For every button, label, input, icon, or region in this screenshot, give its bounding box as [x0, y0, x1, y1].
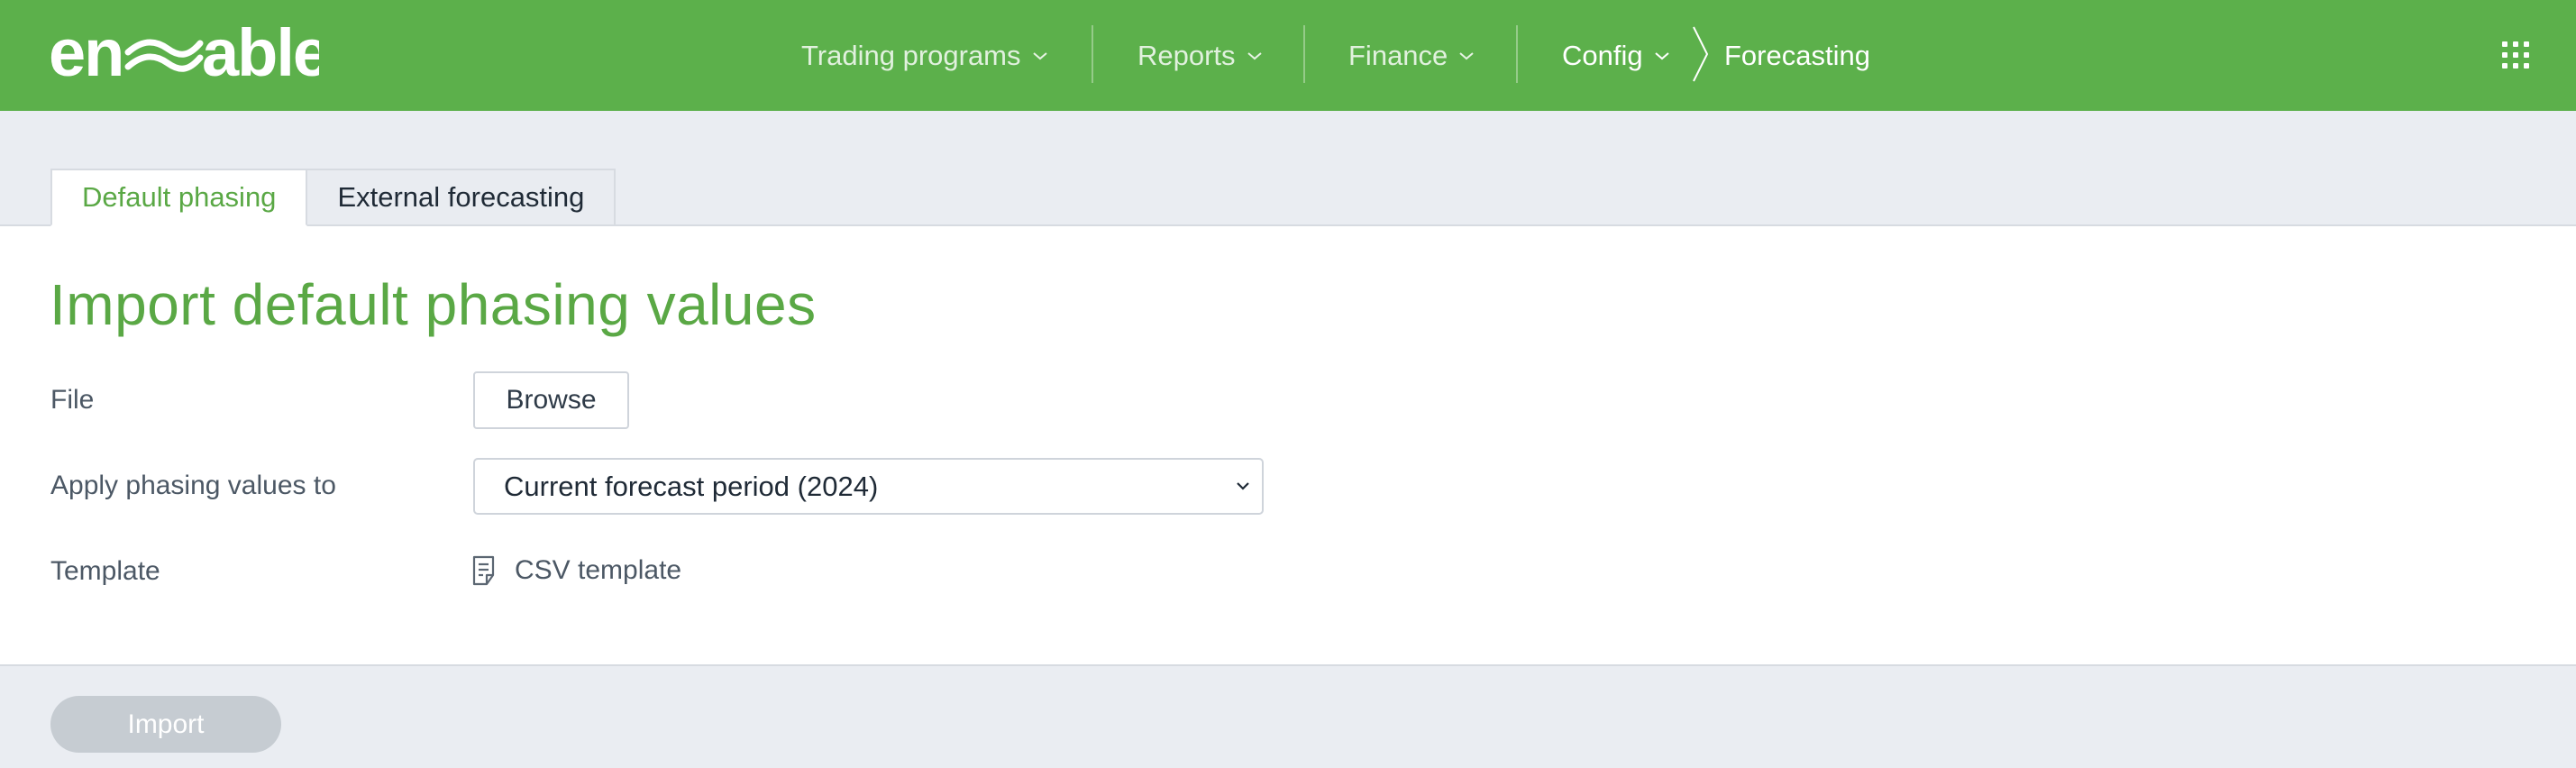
- apply-phasing-select[interactable]: Current forecast period (2024): [473, 458, 1264, 515]
- tab-external-forecasting[interactable]: External forecasting: [307, 169, 617, 226]
- csv-template-link-label: CSV template: [515, 555, 682, 585]
- browse-button[interactable]: Browse: [473, 371, 629, 429]
- svg-text:en: en: [49, 16, 123, 90]
- nav-finance[interactable]: Finance: [1348, 0, 1475, 111]
- import-button[interactable]: Import: [50, 696, 281, 753]
- chevron-down-icon: [1032, 51, 1047, 59]
- grid-icon[interactable]: [2502, 41, 2529, 69]
- nav-finance-label: Finance: [1348, 39, 1448, 71]
- tab-bar: Default phasing External forecasting: [50, 169, 617, 226]
- footer-divider: [0, 664, 2576, 666]
- document-icon: [472, 555, 495, 586]
- nav-config-label: Config: [1562, 39, 1643, 71]
- enable-logo[interactable]: en able: [49, 16, 319, 96]
- template-label: Template: [50, 556, 160, 586]
- svg-text:able: able: [202, 16, 319, 90]
- chevron-down-icon: [1247, 51, 1262, 59]
- csv-template-link[interactable]: CSV template: [471, 553, 681, 589]
- apply-phasing-selected-value: Current forecast period (2024): [504, 470, 879, 502]
- page-title: Import default phasing values: [50, 272, 817, 337]
- import-form-panel: Import default phasing values File Brows…: [0, 226, 2576, 665]
- nav-divider: [1092, 25, 1093, 83]
- chevron-down-icon: [1237, 482, 1249, 490]
- breadcrumb-current: Forecasting: [1724, 39, 1870, 71]
- apply-phasing-label: Apply phasing values to: [50, 471, 336, 500]
- tab-default-phasing[interactable]: Default phasing: [50, 169, 308, 226]
- chevron-down-icon: [1459, 51, 1474, 59]
- nav-reports[interactable]: Reports: [1137, 0, 1263, 111]
- breadcrumb-separator-icon: [1693, 26, 1709, 82]
- nav-config[interactable]: Config: [1562, 0, 1670, 111]
- nav-trading-programs[interactable]: Trading programs: [801, 0, 1048, 111]
- nav-trading-programs-label: Trading programs: [801, 39, 1021, 71]
- top-navigation-bar: en able Trading programs Reports Finance…: [0, 0, 2576, 111]
- chevron-down-icon: [1654, 51, 1669, 59]
- nav-reports-label: Reports: [1137, 39, 1236, 71]
- nav-divider: [1303, 25, 1305, 83]
- nav-divider: [1516, 25, 1518, 83]
- file-label: File: [50, 385, 95, 415]
